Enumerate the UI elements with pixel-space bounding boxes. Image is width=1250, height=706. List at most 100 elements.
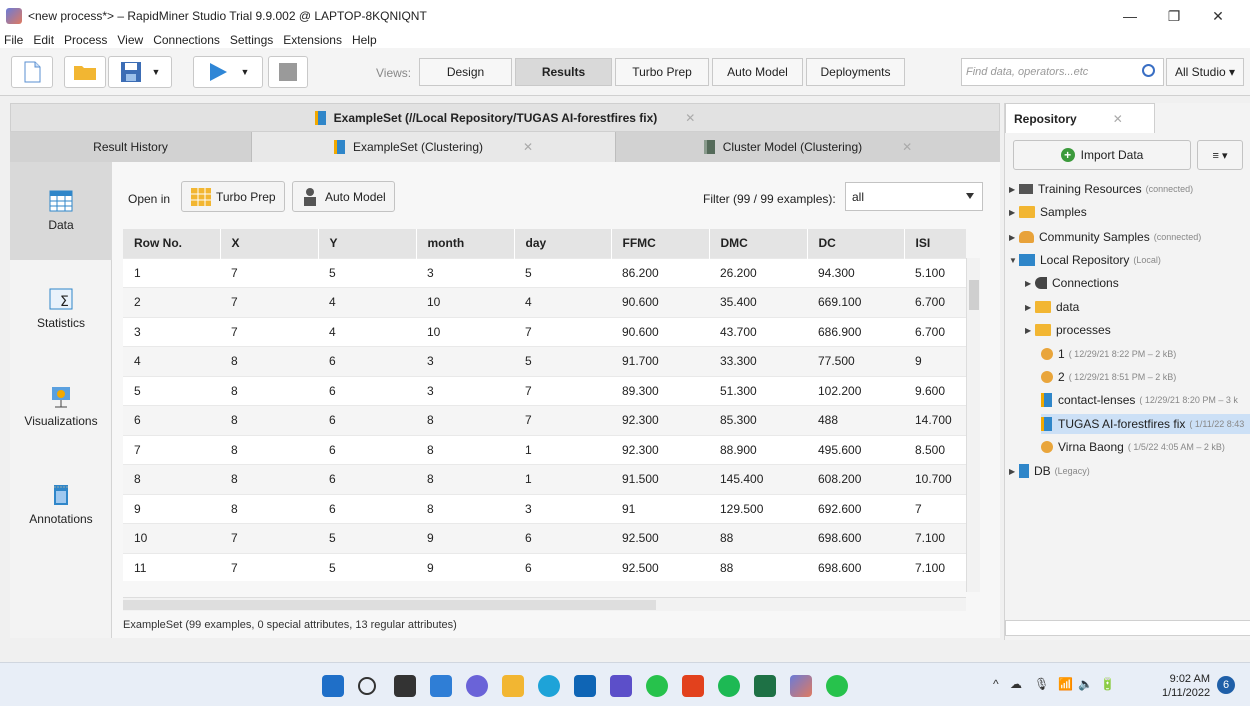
open-auto-model-button[interactable]: Auto Model	[292, 181, 395, 212]
edge-browser-icon[interactable]	[538, 675, 560, 697]
microphone-icon[interactable]: 🎙	[1034, 677, 1049, 691]
column-header[interactable]: ISI	[904, 229, 966, 258]
expand-icon[interactable]: ▶	[1025, 279, 1035, 288]
open-process-button[interactable]	[64, 56, 106, 88]
rapidminer-taskbar-icon[interactable]	[790, 675, 812, 697]
repository-horizontal-scrollbar[interactable]	[1005, 620, 1250, 636]
nav-visualizations[interactable]: Visualizations	[10, 358, 112, 456]
repo-item-process-2[interactable]: 2 ( 12/29/21 8:51 PM – 2 kB)	[1041, 367, 1176, 387]
repo-item-processes-folder[interactable]: ▶ processes	[1025, 320, 1111, 340]
expand-icon[interactable]: ▶	[1009, 185, 1019, 194]
view-deployments-tab[interactable]: Deployments	[806, 58, 905, 86]
whatsapp-icon[interactable]	[646, 675, 668, 697]
search-scope-dropdown[interactable]: All Studio ▾	[1166, 58, 1244, 86]
repo-item-community-samples[interactable]: ▶ Community Samples (connected)	[1009, 227, 1201, 247]
windows-start-icon[interactable]	[322, 675, 344, 697]
minimize-button[interactable]: —	[1108, 0, 1152, 32]
volume-icon[interactable]: 🔈	[1078, 677, 1093, 691]
column-header[interactable]: day	[514, 229, 612, 258]
collapse-icon[interactable]: ▼	[1009, 256, 1019, 265]
search-icon[interactable]	[358, 677, 376, 695]
office-icon[interactable]	[682, 675, 704, 697]
menu-process[interactable]: Process	[64, 33, 107, 47]
note-app-icon[interactable]	[610, 675, 632, 697]
search-icon[interactable]	[1142, 64, 1155, 77]
close-repository-icon[interactable]: ✕	[1113, 112, 1123, 126]
new-process-button[interactable]	[11, 56, 53, 88]
chevron-down-icon[interactable]: ▼	[241, 67, 250, 77]
table-row[interactable]: 3 7 4 10 7 90.600 43.700 686.900 6.700	[123, 316, 966, 347]
widgets-icon[interactable]	[430, 675, 452, 697]
system-clock[interactable]: 9:02 AM 1/11/2022	[1162, 672, 1210, 700]
table-row[interactable]: 9 8 6 8 3 91 129.500 692.600 7	[123, 493, 966, 524]
notification-badge[interactable]: 6	[1217, 676, 1235, 694]
repo-item-connections[interactable]: ▶ Connections	[1025, 273, 1119, 293]
repo-item-contact-lenses[interactable]: contact-lenses ( 12/29/21 8:20 PM – 3 k	[1041, 390, 1238, 410]
menu-view[interactable]: View	[117, 33, 143, 47]
restore-button[interactable]: ❐	[1152, 0, 1196, 32]
repo-item-samples[interactable]: ▶ Samples	[1009, 202, 1087, 222]
tab-cluster-model-clustering[interactable]: Cluster Model (Clustering) ✕	[616, 132, 1000, 162]
view-design-tab[interactable]: Design	[419, 58, 512, 86]
scrollbar-thumb[interactable]	[123, 600, 656, 610]
menu-settings[interactable]: Settings	[230, 33, 273, 47]
view-auto-model-tab[interactable]: Auto Model	[712, 58, 803, 86]
whatsapp-icon[interactable]	[826, 675, 848, 697]
cloud-icon[interactable]: ☁	[1010, 677, 1022, 691]
repo-item-process-1[interactable]: 1 ( 12/29/21 8:22 PM – 2 kB)	[1041, 344, 1176, 364]
nav-annotations[interactable]: Annotations	[10, 456, 112, 554]
expand-icon[interactable]: ▶	[1009, 208, 1019, 217]
column-header[interactable]: month	[416, 229, 515, 258]
view-results-tab[interactable]: Results	[515, 58, 612, 86]
chevron-down-icon[interactable]: ▼	[152, 67, 161, 77]
table-row[interactable]: 11 7 5 9 6 92.500 88 698.600 7.100	[123, 552, 966, 581]
column-header[interactable]: Row No.	[123, 229, 221, 258]
repo-item-training-resources[interactable]: ▶ Training Resources (connected)	[1009, 179, 1193, 199]
import-data-button[interactable]: + Import Data	[1013, 140, 1191, 170]
teams-chat-icon[interactable]	[466, 675, 488, 697]
column-header[interactable]: FFMC	[611, 229, 710, 258]
menu-connections[interactable]: Connections	[153, 33, 220, 47]
filter-dropdown[interactable]: all	[845, 182, 983, 211]
close-tab-icon[interactable]: ✕	[902, 140, 912, 154]
excel-icon[interactable]	[754, 675, 776, 697]
table-row[interactable]: 10 7 5 9 6 92.500 88 698.600 7.100	[123, 523, 966, 553]
result-document-tab[interactable]: ExampleSet (//Local Repository/TUGAS AI-…	[10, 103, 1000, 132]
spotify-icon[interactable]	[718, 675, 740, 697]
column-header[interactable]: X	[220, 229, 319, 258]
menu-edit[interactable]: Edit	[33, 33, 54, 47]
column-header[interactable]: DC	[807, 229, 905, 258]
mail-icon[interactable]	[574, 675, 596, 697]
save-process-button[interactable]: ▼	[108, 56, 172, 88]
table-row[interactable]: 6 8 6 8 7 92.300 85.300 488 14.700	[123, 405, 966, 435]
repo-item-virna-baong[interactable]: Virna Baong ( 1/5/22 4:05 AM – 2 kB)	[1041, 437, 1225, 457]
table-horizontal-scrollbar[interactable]	[123, 597, 966, 611]
chevron-up-icon[interactable]: ^	[993, 677, 999, 691]
table-vertical-scrollbar[interactable]	[966, 258, 980, 592]
repo-item-local-repository[interactable]: ▼ Local Repository (Local)	[1009, 250, 1161, 270]
run-process-button[interactable]: ▼	[193, 56, 263, 88]
stop-process-button[interactable]	[268, 56, 308, 88]
task-view-icon[interactable]	[394, 675, 416, 697]
tab-result-history[interactable]: Result History	[10, 132, 252, 162]
scrollbar-thumb[interactable]	[969, 280, 979, 310]
close-document-icon[interactable]: ✕	[685, 111, 695, 125]
table-row[interactable]: 1 7 5 3 5 86.200 26.200 94.300 5.100	[123, 257, 966, 288]
close-window-button[interactable]: ✕	[1196, 0, 1240, 32]
repo-item-db[interactable]: ▶ DB (Legacy)	[1009, 461, 1090, 481]
expand-icon[interactable]: ▶	[1025, 303, 1035, 312]
tab-exampleset-clustering[interactable]: ExampleSet (Clustering) ✕	[252, 132, 616, 162]
table-row[interactable]: 8 8 6 8 1 91.500 145.400 608.200 10.700	[123, 464, 966, 494]
expand-icon[interactable]: ▶	[1025, 326, 1035, 335]
nav-statistics[interactable]: Σ Statistics	[10, 260, 112, 358]
repository-menu-button[interactable]: ≡ ▾	[1197, 140, 1243, 170]
expand-icon[interactable]: ▶	[1009, 233, 1019, 242]
table-row[interactable]: 4 8 6 3 5 91.700 33.300 77.500 9	[123, 346, 966, 376]
repo-item-tugas-forestfires[interactable]: TUGAS AI-forestfires fix ( 1/11/22 8:43	[1041, 414, 1250, 434]
table-row[interactable]: 7 8 6 8 1 92.300 88.900 495.600 8.500	[123, 434, 966, 465]
file-explorer-icon[interactable]	[502, 675, 524, 697]
view-turbo-prep-tab[interactable]: Turbo Prep	[615, 58, 709, 86]
menu-help[interactable]: Help	[352, 33, 377, 47]
search-input[interactable]: Find data, operators...etc	[961, 58, 1164, 86]
column-header[interactable]: DMC	[709, 229, 808, 258]
